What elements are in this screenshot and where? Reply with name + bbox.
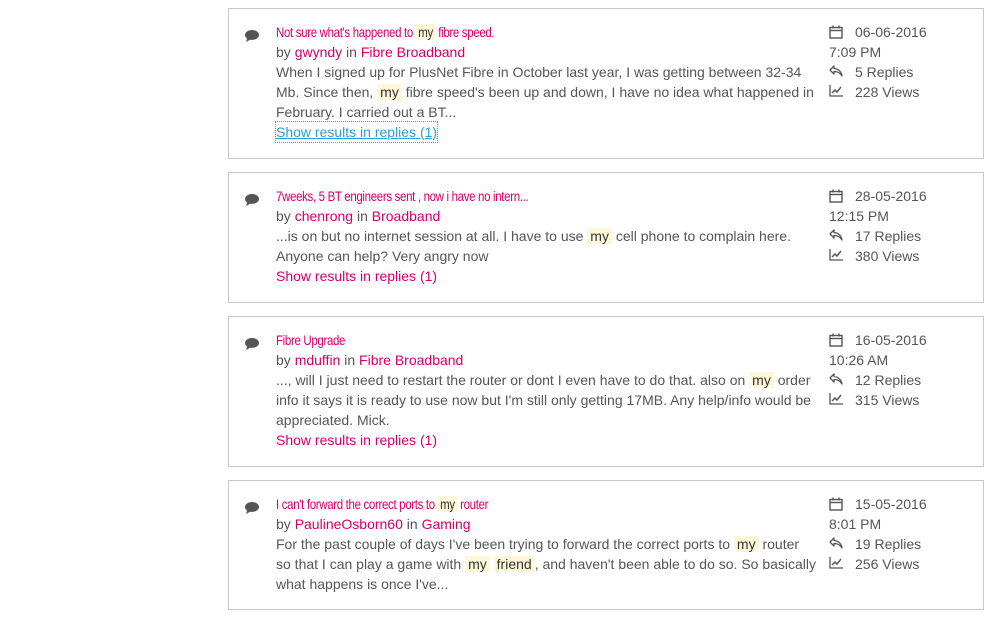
snippet-highlight: my [749,372,774,388]
calendar-icon [829,333,845,347]
chart-icon [829,249,845,263]
title-text: Fibre Upgrade [276,332,346,348]
author-link[interactable]: gwyndy [295,44,342,60]
snippet-text: ...is on but no internet session at all.… [276,228,588,244]
result-meta: by gwyndy in Fibre Broadband [276,42,816,62]
speech-bubble-icon [245,337,259,350]
show-replies-link[interactable]: Show results in replies (1) [276,430,437,450]
view-count: 315 Views [855,392,920,408]
post-time: 7:09 PM [829,44,882,60]
title-highlight: my [415,24,436,40]
snippet-highlight: my [733,536,759,552]
title-text: fibre speed. [435,24,495,40]
snippet-highlight: my [587,228,612,244]
view-count: 228 Views [855,84,920,100]
result-snippet: For the past couple of days I've been tr… [276,534,816,594]
author-link[interactable]: chenrong [295,208,353,224]
result-snippet: When I signed up for PlusNet Fibre in Oc… [276,62,816,122]
in-label: in [344,352,356,368]
reply-count: 5 Replies [855,64,914,80]
post-date: 06-06-2016 [855,24,927,40]
search-results-list: Not sure what's happened to my fibre spe… [228,8,984,623]
snippet-text: For the past couple of days I've been tr… [276,536,734,552]
snippet-text: ..., will I just need to restart the rou… [276,372,750,388]
result-title-link[interactable]: 7weeks, 5 BT engineers sent , now i have… [276,186,719,206]
speech-bubble-icon [245,29,259,42]
board-link[interactable]: Fibre Broadband [359,352,463,368]
view-count: 380 Views [855,248,920,264]
snippet-highlight: my [465,556,490,572]
chart-icon [829,85,845,99]
by-label: by [276,352,291,368]
by-label: by [276,44,291,60]
result-stats: 28-05-2016 12:15 PM 17 Replies 380 Views [829,186,979,266]
author-link[interactable]: PaulineOsborn60 [295,516,403,532]
post-time: 12:15 PM [829,208,889,224]
calendar-icon [829,497,845,511]
in-label: in [346,44,357,60]
search-result-card: Not sure what's happened to my fibre spe… [228,8,984,159]
title-highlight: my [437,496,458,512]
result-meta: by PaulineOsborn60 in Gaming [276,514,816,534]
result-stats: 06-06-2016 7:09 PM 5 Replies 228 Views [829,22,979,102]
result-title-link[interactable]: I can't forward the correct ports to my … [276,494,719,514]
search-result-card: Fibre Upgrade by mduffin in Fibre Broadb… [228,316,984,467]
calendar-icon [829,189,845,203]
board-link[interactable]: Fibre Broadband [361,44,465,60]
chart-icon [829,557,845,571]
search-result-card: I can't forward the correct ports to my … [228,480,984,610]
post-date: 16-05-2016 [855,332,927,348]
reply-arrow-icon [829,537,845,551]
reply-count: 17 Replies [855,228,922,244]
speech-bubble-icon [245,193,259,206]
show-replies-link[interactable]: Show results in replies (1) [274,121,439,143]
post-date: 15-05-2016 [855,496,927,512]
result-snippet: ...is on but no internet session at all.… [276,226,816,266]
calendar-icon [829,25,845,39]
title-text: Not sure what's happened to [276,24,416,40]
snippet-highlight: friend [493,556,535,572]
result-snippet: ..., will I just need to restart the rou… [276,370,816,430]
title-text: 7weeks, 5 BT engineers sent , now i have… [276,188,529,204]
result-stats: 16-05-2016 10:26 AM 12 Replies 315 Views [829,330,979,410]
board-link[interactable]: Gaming [422,516,471,532]
snippet-highlight: my [377,84,402,100]
by-label: by [276,208,291,224]
result-meta: by chenrong in Broadband [276,206,816,226]
by-label: by [276,516,291,532]
reply-arrow-icon [829,65,845,79]
result-title-link[interactable]: Not sure what's happened to my fibre spe… [276,22,719,42]
reply-count: 19 Replies [855,536,922,552]
author-link[interactable]: mduffin [295,352,341,368]
result-stats: 15-05-2016 8:01 PM 19 Replies 256 Views [829,494,979,574]
post-time: 8:01 PM [829,516,882,532]
show-replies-link[interactable]: Show results in replies (1) [276,266,437,286]
view-count: 256 Views [855,556,920,572]
reply-arrow-icon [829,373,845,387]
search-result-card: 7weeks, 5 BT engineers sent , now i have… [228,172,984,303]
board-link[interactable]: Broadband [372,208,441,224]
in-label: in [356,208,368,224]
result-title-link[interactable]: Fibre Upgrade [276,330,719,350]
reply-count: 12 Replies [855,372,922,388]
title-text: I can't forward the correct ports to [276,496,438,512]
speech-bubble-icon [245,501,259,514]
post-time: 10:26 AM [829,352,889,368]
result-meta: by mduffin in Fibre Broadband [276,350,816,370]
in-label: in [406,516,418,532]
post-date: 28-05-2016 [855,188,927,204]
reply-arrow-icon [829,229,845,243]
title-text: router [457,496,489,512]
chart-icon [829,393,845,407]
